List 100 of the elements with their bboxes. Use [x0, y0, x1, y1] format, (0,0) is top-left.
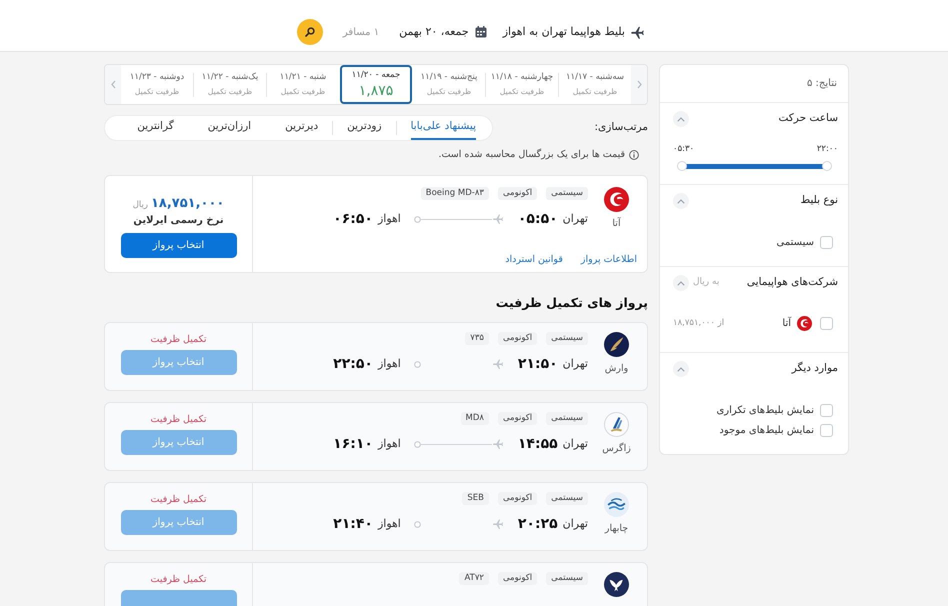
sort-option[interactable]: دیرترین: [285, 116, 318, 140]
plane-icon: [492, 213, 504, 225]
filter-title: شرکت‌های هواپیمایی: [746, 275, 838, 290]
collapse-button[interactable]: [673, 111, 689, 127]
bird-logo-icon: [604, 572, 629, 597]
wave-logo-icon: [604, 492, 629, 517]
range-label: ۲۲:۰۰: [816, 142, 838, 156]
checkbox[interactable]: [820, 236, 833, 249]
departure-city: تهران: [562, 210, 588, 227]
endpoint-dot-icon: [414, 440, 421, 448]
airline-name: آتا: [612, 218, 621, 229]
slider-thumb[interactable]: [677, 161, 687, 171]
sold-out-label: تکمیل ظرفیت: [150, 334, 207, 346]
previous-dates-button[interactable]: [631, 65, 647, 104]
slider-thumb[interactable]: [822, 161, 832, 171]
chevron-up-icon: [677, 280, 685, 286]
swirl-logo-icon: [797, 316, 812, 330]
departure-city: تهران: [562, 516, 588, 532]
sold-out-label: تکمیل ظرفیت: [150, 414, 207, 426]
cabin-class-tag: اکونومی: [498, 492, 538, 505]
feather-logo-icon: [604, 332, 629, 357]
sort-label: مرتب‌سازی:: [594, 120, 648, 136]
arrival-time: ۲۱:۴۰: [333, 514, 373, 534]
search-icon: [304, 27, 315, 37]
airline-name: وارش: [604, 363, 628, 374]
endpoint-dot-icon: [414, 360, 421, 368]
ticket-type-tag: سیستمی: [546, 492, 588, 505]
cabin-class-tag: اکونومی: [498, 187, 538, 200]
ticket-type-tag: سیستمی: [546, 412, 588, 425]
time-range-slider[interactable]: [677, 160, 832, 172]
aircraft-tag: ۷۳۵: [465, 332, 489, 345]
plane-icon: [492, 358, 504, 370]
aircraft-tag: AT۷۲: [459, 572, 489, 585]
date-tab[interactable]: جمعه - ۱۱/۲۰ ۱,۸۷۵: [340, 65, 412, 104]
aircraft-tag: MD۸: [460, 412, 489, 425]
aircraft-tag: Boeing MD-۸۳: [420, 187, 489, 200]
sold-out-label: تکمیل ظرفیت: [150, 494, 207, 506]
section-heading: پرواز های تکمیل ظرفیت: [494, 295, 648, 311]
chevron-left-icon: [110, 80, 116, 89]
price-amount: ۱۸,۷۵۱,۰۰۰: [150, 195, 224, 213]
refund-rules-link[interactable]: قوانین استرداد: [505, 252, 563, 267]
currency-label: ریال: [132, 199, 148, 212]
select-flight-button[interactable]: انتخاب پرواز: [120, 233, 236, 258]
tail-fin-logo-icon: [604, 412, 629, 437]
next-dates-button[interactable]: [105, 65, 121, 104]
sort-option[interactable]: زودترین: [347, 116, 382, 140]
airline-name: چابهار: [604, 523, 628, 534]
currency-note: به ریال: [693, 276, 720, 290]
info-icon: [629, 150, 639, 160]
filter-title: موارد دیگر: [792, 361, 838, 376]
sort-option[interactable]: پیشنهاد علی‌بابا: [410, 116, 476, 140]
filter-title: نوع بلیط: [800, 193, 838, 208]
ticket-type-tag: سیستمی: [546, 187, 588, 200]
departure-time: ۲۱:۵۰: [518, 354, 558, 374]
results-count: نتایج: ۵: [806, 77, 837, 91]
fare-note: نرخ رسمی ایرلاین: [133, 214, 224, 227]
checkbox[interactable]: [820, 404, 833, 417]
arrival-city: اهواز: [378, 356, 401, 372]
departure-city: تهران: [562, 436, 588, 452]
arrival-city: اهواز: [378, 210, 401, 227]
arrival-time: ۰۶:۵۰: [333, 210, 373, 228]
sort-option[interactable]: ارزان‌ترین: [208, 116, 252, 140]
arrival-city: اهواز: [378, 516, 401, 532]
cabin-class-tag: اکونومی: [498, 572, 538, 585]
ticket-type-tag: سیستمی: [546, 572, 588, 585]
endpoint-dot-icon: [414, 216, 421, 222]
cabin-class-tag: اکونومی: [498, 332, 538, 345]
aircraft-tag: SEB: [462, 492, 489, 505]
sort-option[interactable]: گرانترین: [137, 116, 174, 140]
chevron-up-icon: [677, 116, 685, 122]
travel-date: جمعه، ۲۰ بهمن: [399, 24, 469, 40]
ticket-type-tag: سیستمی: [546, 332, 588, 345]
collapse-button[interactable]: [673, 275, 689, 291]
chevron-up-icon: [677, 366, 685, 372]
checkbox-label: نمایش بلیط‌های موجود: [719, 424, 814, 438]
arrival-city: اهواز: [378, 436, 401, 452]
flight-info-link[interactable]: اطلاعات پرواز: [580, 252, 637, 267]
passenger-count: ۱ مسافر: [342, 26, 380, 40]
filter-title: ساعت حرکت: [778, 111, 838, 126]
arrival-time: ۱۶:۱۰: [333, 434, 373, 454]
departure-time: ۲۰:۲۵: [518, 514, 558, 534]
search-button[interactable]: [296, 19, 323, 45]
collapse-button[interactable]: [673, 361, 689, 377]
chevron-up-icon: [677, 198, 685, 204]
departure-time: ۱۴:۵۵: [518, 434, 558, 454]
checkbox[interactable]: [820, 316, 833, 330]
departure-city: تهران: [562, 356, 588, 372]
cabin-class-tag: اکونومی: [498, 412, 538, 425]
checkbox-label: نمایش بلیط‌های تکراری: [716, 404, 814, 418]
checkbox-label: سیستمی: [776, 236, 814, 250]
departure-time: ۰۵:۵۰: [518, 210, 558, 228]
chevron-right-icon: [636, 80, 642, 89]
range-label: ۰۵:۳۰: [673, 142, 694, 156]
arrival-time: ۲۲:۵۰: [333, 354, 373, 374]
plane-icon: [492, 518, 504, 530]
plane-icon: [492, 438, 504, 450]
collapse-button[interactable]: [673, 193, 689, 209]
swirl-logo-icon: [604, 187, 629, 212]
checkbox[interactable]: [820, 424, 833, 437]
airline-name: زاگرس: [602, 443, 631, 454]
